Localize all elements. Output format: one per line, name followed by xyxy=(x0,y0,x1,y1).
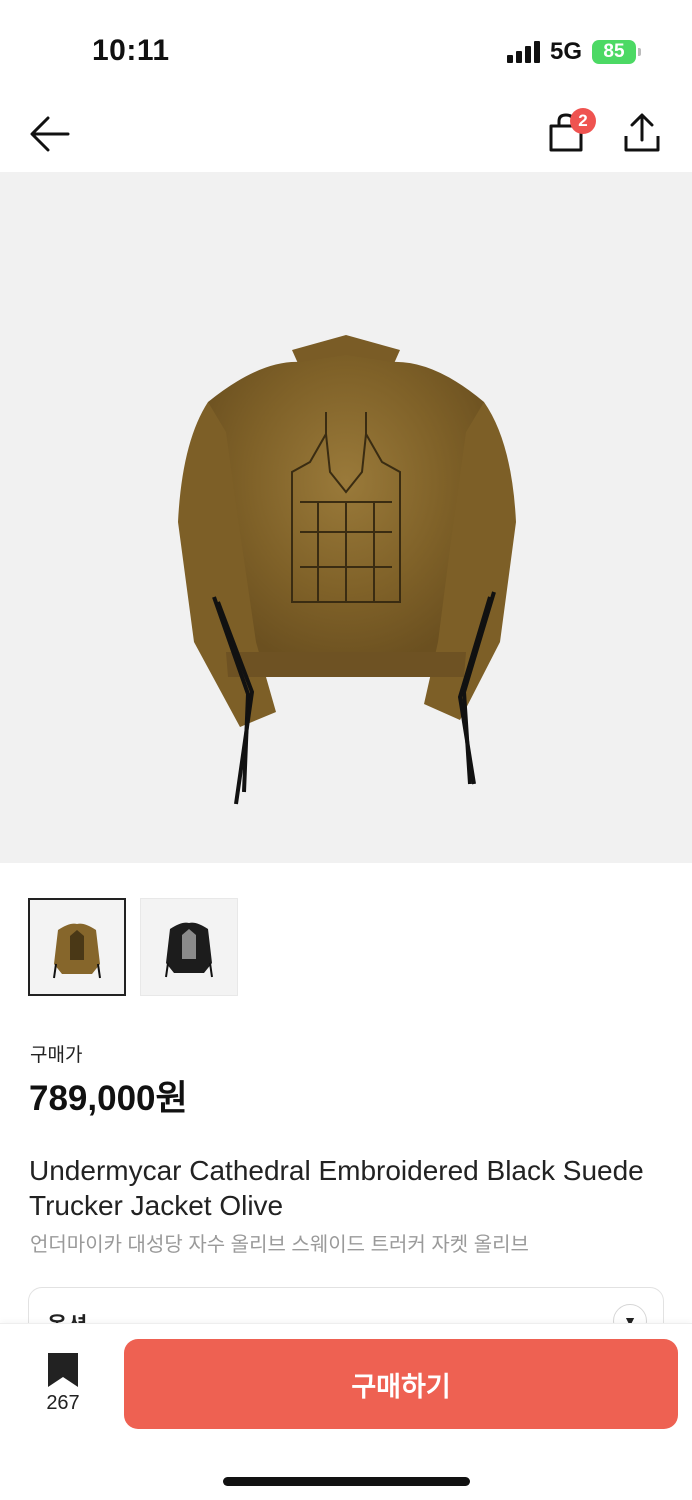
cart-count-badge: 2 xyxy=(570,108,596,134)
bookmark-button[interactable]: 267 xyxy=(30,1352,96,1415)
status-bar: 10:11 5G 85 xyxy=(0,0,692,100)
thumbnail-strip xyxy=(28,898,238,996)
thumbnail-olive[interactable] xyxy=(28,898,126,996)
product-title-ko: 언더마이카 대성당 자수 올리브 스웨이드 트러커 자켓 올리브 xyxy=(30,1234,529,1256)
buy-button[interactable]: 구매하기 xyxy=(124,1339,678,1429)
bottom-action-bar: 267 구매하기 xyxy=(0,1323,692,1500)
signal-icon xyxy=(506,41,540,63)
network-type: 5G xyxy=(549,38,582,65)
status-indicators: 5G 85 xyxy=(506,38,641,66)
price-value: 789,000원 xyxy=(29,1079,188,1118)
top-nav: 2 xyxy=(0,100,692,172)
product-title-en: Undermycar Cathedral Embroidered Black S… xyxy=(29,1155,644,1221)
bookmark-count: 267 xyxy=(46,1392,80,1414)
black-jacket-thumb-icon xyxy=(165,922,213,978)
battery-icon: 85 xyxy=(592,40,641,64)
thumbnail-black[interactable] xyxy=(140,898,238,996)
bookmark-icon xyxy=(48,1353,78,1387)
status-time: 10:11 xyxy=(92,34,170,67)
home-indicator[interactable] xyxy=(223,1477,470,1486)
olive-jacket-thumb-icon xyxy=(53,923,101,979)
price-label: 구매가 xyxy=(30,1045,83,1066)
back-arrow-icon[interactable] xyxy=(28,114,72,154)
share-icon[interactable] xyxy=(622,112,662,154)
jacket-illustration xyxy=(178,335,516,805)
battery-level: 85 xyxy=(603,41,625,62)
product-image[interactable] xyxy=(0,172,692,863)
